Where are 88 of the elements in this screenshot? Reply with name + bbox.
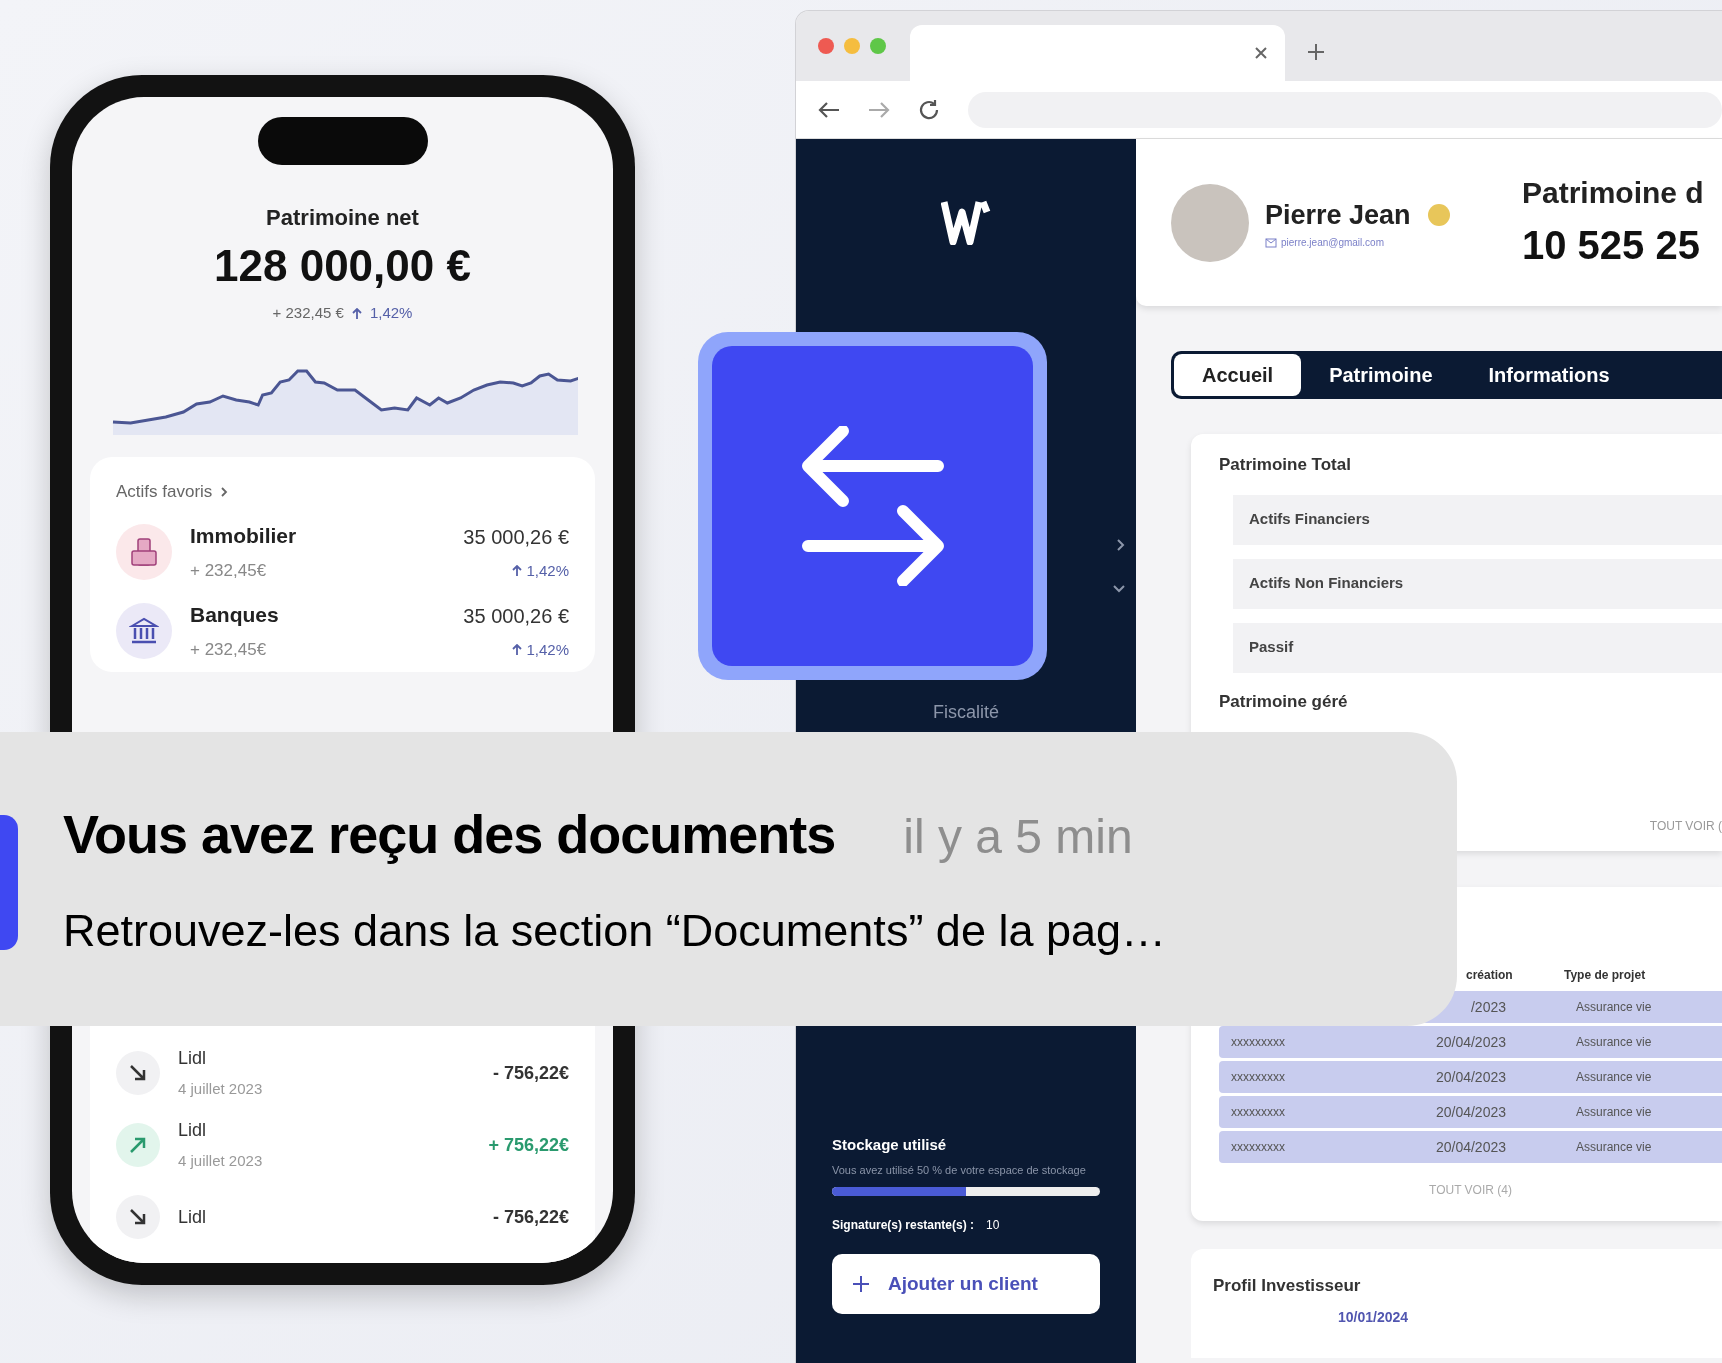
table-row[interactable]: xxxxxxxxx 20/04/2023 Assurance vie xyxy=(1219,1061,1722,1093)
bank-drawing xyxy=(129,616,159,645)
transaction-name: Lidl xyxy=(178,1205,207,1229)
signatures-count: 10 xyxy=(986,1217,1000,1234)
tab[interactable]: Patrimoine xyxy=(1301,354,1461,396)
arrow-up-icon xyxy=(351,307,362,320)
maximize-dot[interactable] xyxy=(870,38,886,54)
transaction-amount: + 756,22€ xyxy=(488,1133,569,1157)
table-cell-text: Assurance vie xyxy=(1576,1104,1653,1121)
table-cell-text: xxxxxxxxx xyxy=(1231,1139,1286,1156)
close-icon[interactable] xyxy=(1253,45,1269,61)
user-email[interactable]: pierre.jean@gmail.com xyxy=(1281,235,1384,251)
asset-change: + 232,45€ xyxy=(190,638,268,661)
wealth-amount: 10 525 25 xyxy=(1522,222,1701,269)
asset-value: 35 000,26 € xyxy=(463,603,569,629)
table-cell-text: Assurance vie xyxy=(1576,999,1653,1016)
arrow-up-icon xyxy=(512,564,523,577)
logo-icon xyxy=(941,199,991,245)
notification-banner[interactable]: Vous avez reçu des documents il y a 5 min Retrouvez-les dans la section “Documents” de la pag… xyxy=(0,732,1457,1026)
table-row[interactable]: xxxxxxxxx 20/04/2023 Assurance vie xyxy=(1219,1131,1722,1163)
balance-title: Patrimoine net xyxy=(265,204,420,232)
notification-time: il y a 5 min xyxy=(903,808,1133,865)
transaction-name: Lidl xyxy=(178,1047,208,1071)
column-header: création xyxy=(1465,967,1514,984)
chevron-right-icon xyxy=(220,485,229,498)
plus-icon[interactable] xyxy=(1307,43,1325,61)
wealth-row[interactable]: Actifs Financiers xyxy=(1233,494,1722,545)
reload-icon[interactable] xyxy=(918,98,940,121)
arrow-up-icon xyxy=(512,643,523,656)
table-cell-text: xxxxxxxxx xyxy=(1231,1104,1286,1121)
table-cell-text: 20/04/2023 xyxy=(1434,1067,1506,1087)
back-icon[interactable] xyxy=(818,100,840,119)
arrow-down-right-icon xyxy=(116,1051,160,1095)
balance-percent: 1,42% xyxy=(369,303,413,324)
arrow-down-right-icon xyxy=(116,1195,160,1239)
balance-amount: 128 000,00 € xyxy=(213,242,472,291)
app-icon xyxy=(0,815,18,950)
transaction-date: 4 juillet 2023 xyxy=(178,1079,263,1100)
wealth-row[interactable]: Passif xyxy=(1233,622,1722,673)
storage-description: Vous avez utilisé 50 % de votre espace de stockage xyxy=(832,1162,1087,1177)
card-title: Profil Investisseur xyxy=(1213,1275,1362,1297)
add-client-button[interactable]: Ajouter un client xyxy=(832,1254,1100,1314)
arrow-up-right-icon xyxy=(116,1123,160,1167)
badge-icon xyxy=(1426,203,1451,227)
table-cell-text: /2023 xyxy=(1469,997,1506,1017)
table-cell-text: 20/04/2023 xyxy=(1434,1137,1506,1157)
building-drawing xyxy=(130,536,158,567)
transaction-name: Lidl xyxy=(178,1119,208,1143)
asset-value: 35 000,26 € xyxy=(463,524,569,550)
signatures-label: Signature(s) restante(s) : xyxy=(832,1217,975,1234)
mail-icon xyxy=(1265,237,1277,248)
table-cell-text: 20/04/2023 xyxy=(1434,1032,1506,1052)
transaction-date: 4 juillet 2023 xyxy=(178,1151,263,1172)
balance-change: + 232,45 € xyxy=(272,303,344,324)
chevron-right-icon[interactable] xyxy=(1116,538,1126,552)
asset-percent: 1,42% xyxy=(526,639,569,660)
table-cell-text: xxxxxxxxx xyxy=(1231,1069,1286,1086)
tab[interactable]: Informations xyxy=(1460,354,1638,396)
column-header: Type de projet xyxy=(1564,967,1647,984)
notification-title: Vous avez reçu des documents xyxy=(63,802,836,866)
table-row[interactable]: xxxxxxxxx 20/04/2023 Assurance vie xyxy=(1219,1096,1722,1128)
sidebar-item[interactable]: Fiscalité xyxy=(796,699,1136,726)
table-cell-text: Assurance vie xyxy=(1576,1139,1653,1156)
chevron-down-icon[interactable] xyxy=(1112,584,1126,594)
update-date: 10/01/2024 xyxy=(1338,1307,1410,1327)
transaction-amount: - 756,22€ xyxy=(492,1205,569,1229)
card-title: Patrimoine Total xyxy=(1219,454,1352,476)
table-cell-text: xxxxxxxxx xyxy=(1231,1034,1286,1051)
table-cell-text: Assurance vie xyxy=(1576,1034,1653,1051)
storage-title: Stockage utilisé xyxy=(832,1135,948,1156)
minimize-dot[interactable] xyxy=(844,38,860,54)
wealth-row[interactable]: Actifs Non Financiers xyxy=(1233,558,1722,609)
section-title[interactable]: Actifs favoris xyxy=(116,478,213,505)
asset-name: Banques xyxy=(190,602,279,629)
notification-body: Retrouvez-les dans la section “Documents” de la pag… xyxy=(63,903,1167,958)
asset-name: Immobilier xyxy=(190,523,297,550)
asset-percent: 1,42% xyxy=(526,560,569,581)
tab[interactable]: Accueil xyxy=(1174,354,1302,396)
table-cell-text: Assurance vie xyxy=(1576,1069,1653,1086)
card-title: Patrimoine géré xyxy=(1219,690,1349,713)
table-cell-text: 20/04/2023 xyxy=(1434,1102,1506,1122)
close-dot[interactable] xyxy=(818,38,834,54)
user-name: Pierre Jean xyxy=(1265,198,1411,232)
transaction-amount: - 756,22€ xyxy=(492,1061,569,1085)
wealth-title: Patrimoine d xyxy=(1522,175,1705,211)
table-row[interactable]: xxxxxxxxx 20/04/2023 Assurance vie xyxy=(1219,1026,1722,1058)
plus-icon xyxy=(852,1275,870,1293)
asset-change: + 232,45€ xyxy=(190,559,268,582)
